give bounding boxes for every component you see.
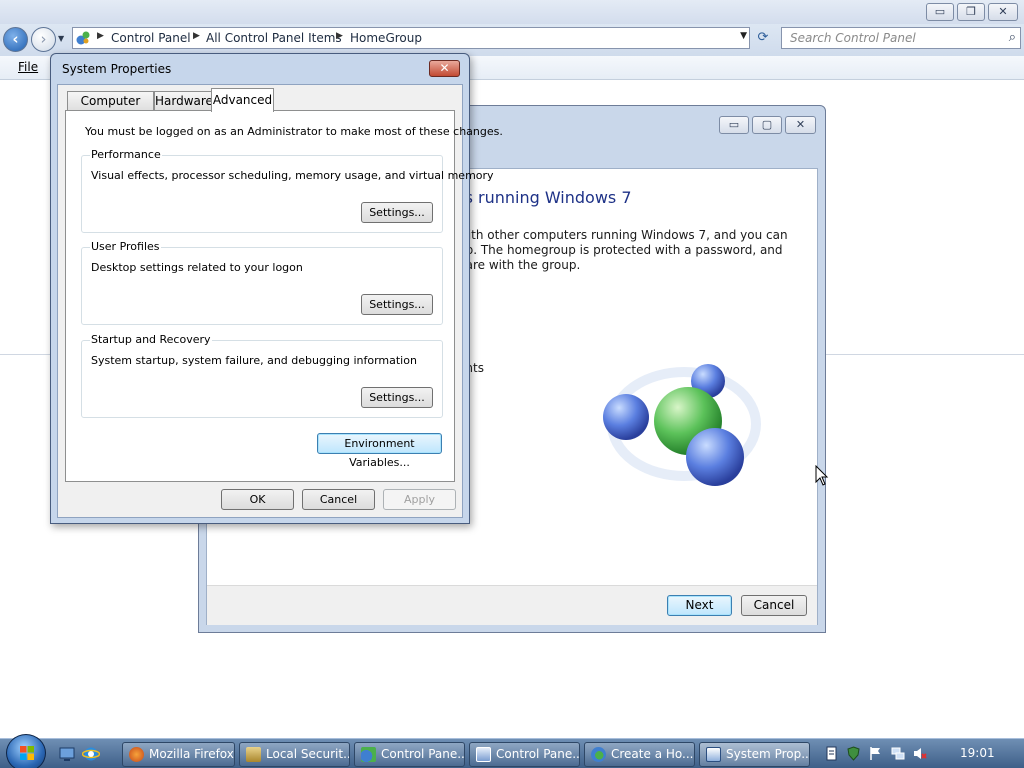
startup-recovery-settings-button[interactable]: Settings...: [361, 387, 433, 408]
volume-muted-icon[interactable]: [912, 746, 927, 761]
next-button[interactable]: Next: [667, 595, 732, 616]
dialog-title: System Properties: [62, 62, 172, 76]
chevron-down-icon[interactable]: ▼: [740, 31, 747, 41]
admin-note: You must be logged on as an Administrato…: [85, 125, 503, 138]
wizard-body-line: hare with the group.: [458, 258, 581, 272]
taskbar-item[interactable]: Mozilla Firefox: [122, 742, 235, 767]
taskbar-item-label: Control Pane...: [381, 747, 465, 761]
homegroup-icon: [603, 364, 761, 486]
tab-advanced[interactable]: Advanced: [211, 88, 274, 112]
control-panel-icon: [76, 31, 90, 45]
taskbar-item-label: System Prop...: [726, 747, 810, 761]
show-desktop-icon[interactable]: [58, 745, 76, 763]
group-description: System startup, system failure, and debu…: [91, 354, 417, 367]
group-label: Startup and Recovery: [90, 333, 212, 346]
search-icon[interactable]: ⌕: [1009, 30, 1016, 45]
user-profiles-group: User Profiles Desktop settings related t…: [81, 240, 443, 325]
taskbar-item-active[interactable]: System Prop...: [699, 742, 810, 767]
mouse-pointer-icon: [815, 465, 829, 486]
action-center-flag-icon[interactable]: [868, 746, 883, 761]
taskbar-item[interactable]: Local Securit...: [239, 742, 350, 767]
minimize-button[interactable]: ▭: [719, 116, 749, 134]
minimize-button[interactable]: ▭: [926, 3, 954, 21]
security-shield-icon[interactable]: [846, 746, 861, 761]
explorer-title-bar: ▭ ❐ ✕: [0, 0, 1024, 24]
close-button[interactable]: ✕: [785, 116, 816, 134]
address-bar[interactable]: ▶ Control Panel ▶ All Control Panel Item…: [72, 27, 750, 49]
system-properties-dialog: System Properties ✕ Computer Name Hardwa…: [50, 53, 503, 524]
cancel-button[interactable]: Cancel: [302, 489, 375, 510]
advanced-tab-panel: You must be logged on as an Administrato…: [65, 110, 503, 482]
environment-variables-button[interactable]: Environment Variables...: [317, 433, 442, 469]
taskbar-item-label: Control Pane...: [496, 747, 580, 761]
forward-button[interactable]: ›: [31, 27, 56, 52]
windows-logo-icon: [20, 746, 34, 760]
system-clock[interactable]: 19:01: [960, 746, 995, 760]
maximize-button[interactable]: ▢: [752, 116, 782, 134]
wizard-body-line: with other computers running Windows 7, …: [458, 228, 788, 242]
group-description: Desktop settings related to your logon: [91, 261, 303, 274]
security-policy-icon: [246, 747, 261, 762]
user-profiles-settings-button[interactable]: Settings...: [361, 294, 433, 315]
startup-recovery-group: Startup and Recovery System startup, sys…: [81, 333, 443, 418]
taskbar-item[interactable]: Create a Ho...: [584, 742, 695, 767]
group-label: Performance: [90, 148, 162, 161]
document-icon[interactable]: [824, 746, 839, 761]
group-description: Visual effects, processor scheduling, me…: [91, 169, 494, 182]
dialog-body: Computer Name Hardware Advanced You must…: [57, 84, 503, 518]
taskbar-item-label: Local Securit...: [266, 747, 350, 761]
network-icon[interactable]: [890, 746, 905, 761]
performance-group: Performance Visual effects, processor sc…: [81, 148, 494, 233]
back-button[interactable]: ‹: [3, 27, 28, 52]
menu-file[interactable]: File: [18, 60, 38, 74]
wizard-body-line: up. The homegroup is protected with a pa…: [458, 243, 783, 257]
performance-settings-button[interactable]: Settings...: [361, 202, 433, 223]
recent-pages-dropdown[interactable]: ▼: [58, 34, 64, 43]
control-panel-icon: [361, 747, 376, 762]
chevron-right-icon: ▶: [193, 31, 200, 41]
taskbar-item[interactable]: Control Pane...: [469, 742, 580, 767]
close-button[interactable]: ✕: [988, 3, 1018, 21]
homegroup-icon: [591, 747, 606, 762]
taskbar-item-label: Create a Ho...: [611, 747, 694, 761]
refresh-icon[interactable]: ⟳: [752, 28, 774, 48]
search-input[interactable]: Search Control Panel ⌕: [781, 27, 1021, 49]
breadcrumb-homegroup[interactable]: HomeGroup: [350, 31, 422, 45]
group-label: User Profiles: [90, 240, 161, 253]
breadcrumb-control-panel[interactable]: Control Panel: [111, 31, 191, 45]
internet-explorer-icon[interactable]: [82, 745, 100, 763]
taskbar-item-label: Mozilla Firefox: [149, 747, 234, 761]
taskbar-item[interactable]: Control Pane...: [354, 742, 465, 767]
taskbar: Mozilla Firefox Local Securit... Control…: [0, 734, 1024, 768]
notification-area: 19:01: [816, 739, 1024, 768]
search-placeholder: Search Control Panel: [790, 31, 916, 45]
firefox-icon: [129, 747, 144, 762]
close-button[interactable]: ✕: [429, 60, 460, 77]
control-panel-icon: [476, 747, 491, 762]
chevron-right-icon: ▶: [336, 31, 343, 41]
start-button[interactable]: [6, 734, 46, 768]
apply-button[interactable]: Apply: [383, 489, 456, 510]
wizard-heading: rs running Windows 7: [458, 188, 632, 207]
restore-button[interactable]: ❐: [957, 3, 985, 21]
tab-computer-name[interactable]: Computer Name: [67, 91, 154, 126]
ok-button[interactable]: OK: [221, 489, 294, 510]
system-properties-icon: [706, 747, 721, 762]
breadcrumb-all-items[interactable]: All Control Panel Items: [206, 31, 342, 45]
cancel-button[interactable]: Cancel: [741, 595, 807, 616]
chevron-right-icon: ▶: [97, 31, 104, 41]
tab-hardware[interactable]: Hardware: [154, 91, 213, 111]
